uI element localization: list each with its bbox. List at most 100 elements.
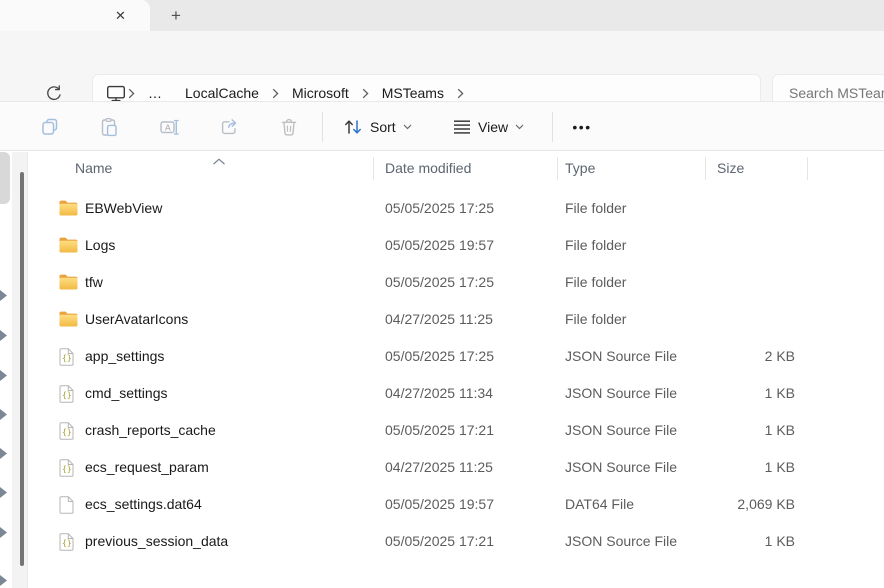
sort-icon [343, 118, 363, 136]
file-date-modified: 04/27/2025 11:25 [385, 301, 493, 338]
address-bar-row: … LocalCache Microsoft MSTeams [0, 31, 884, 101]
tree-expand-icon[interactable] [0, 448, 7, 459]
column-header-date-modified[interactable]: Date modified [385, 151, 471, 185]
tree-expand-icon[interactable] [0, 527, 7, 538]
file-row[interactable]: {} EBWebView 05/05/2025 17:25 File folde… [28, 190, 884, 227]
file-size [628, 227, 795, 264]
file-row[interactable]: {} UserAvatarIcons 04/27/2025 11:25 File… [28, 301, 884, 338]
file-size [628, 190, 795, 227]
active-tab[interactable]: ✕ [0, 0, 150, 31]
file-type: File folder [565, 301, 626, 338]
file-type: File folder [565, 264, 626, 301]
breadcrumb-chevron-icon[interactable] [270, 88, 281, 99]
copy-icon [40, 117, 60, 137]
toolbar-separator [322, 112, 323, 142]
more-options-button[interactable]: ••• [565, 110, 599, 144]
view-label: View [478, 119, 508, 135]
trash-icon [279, 117, 299, 137]
file-size: 2,069 KB [628, 486, 795, 523]
json-file-icon: {} [59, 385, 74, 403]
column-divider[interactable] [807, 157, 808, 180]
file-name[interactable]: crash_reports_cache [85, 412, 216, 449]
paste-button[interactable] [92, 110, 126, 144]
file-name[interactable]: Logs [85, 227, 115, 264]
svg-text:A: A [165, 122, 171, 132]
folder-icon [59, 237, 78, 253]
sort-ascending-icon [212, 153, 226, 171]
tree-expand-icon[interactable] [0, 487, 7, 498]
file-name[interactable]: app_settings [85, 338, 164, 375]
file-list-pane: Name Date modified Type Size {} EBWebVie… [28, 151, 884, 588]
share-button[interactable] [212, 110, 246, 144]
view-button[interactable]: View [444, 110, 533, 144]
column-header-type[interactable]: Type [565, 151, 595, 185]
file-rows: {} EBWebView 05/05/2025 17:25 File folde… [28, 190, 884, 560]
new-tab-button[interactable]: + [163, 3, 189, 28]
paste-icon [99, 117, 119, 137]
file-date-modified: 05/05/2025 17:21 [385, 412, 494, 449]
breadcrumb-chevron-icon[interactable] [126, 88, 137, 99]
sort-label: Sort [370, 119, 396, 135]
file-row[interactable]: {} tfw 05/05/2025 17:25 File folder [28, 264, 884, 301]
file-date-modified: 05/05/2025 19:57 [385, 486, 494, 523]
json-file-icon: {} [59, 348, 74, 366]
file-type: File folder [565, 227, 626, 264]
column-divider[interactable] [373, 157, 374, 180]
tree-expand-icon[interactable] [0, 290, 7, 301]
json-file-icon: {} [59, 533, 74, 551]
breadcrumb-chevron-icon[interactable] [455, 88, 466, 99]
file-row[interactable]: {} app_settings 05/05/2025 17:25 JSON So… [28, 338, 884, 375]
file-date-modified: 05/05/2025 17:25 [385, 264, 494, 301]
file-date-modified: 05/05/2025 19:57 [385, 227, 494, 264]
sort-button[interactable]: Sort [334, 110, 421, 144]
file-type: File folder [565, 190, 626, 227]
nav-scrollbar-thumb[interactable] [20, 172, 24, 566]
file-row[interactable]: {} previous_session_data 05/05/2025 17:2… [28, 523, 884, 560]
rename-icon: A [159, 117, 180, 137]
file-date-modified: 05/05/2025 17:21 [385, 523, 494, 560]
share-icon [219, 117, 239, 137]
copy-button[interactable] [33, 110, 67, 144]
delete-button[interactable] [272, 110, 306, 144]
rename-button[interactable]: A [152, 110, 186, 144]
file-name[interactable]: ecs_request_param [85, 449, 209, 486]
folder-icon [59, 200, 78, 216]
file-name[interactable]: EBWebView [85, 190, 162, 227]
file-name[interactable]: UserAvatarIcons [85, 301, 188, 338]
refresh-icon [44, 84, 62, 102]
file-size: 1 KB [628, 449, 795, 486]
column-header-name[interactable]: Name [75, 151, 112, 185]
file-row[interactable]: {} Logs 05/05/2025 19:57 File folder [28, 227, 884, 264]
file-size: 1 KB [628, 412, 795, 449]
file-size: 1 KB [628, 523, 795, 560]
svg-text:{}: {} [62, 391, 72, 400]
chevron-down-icon [515, 124, 524, 130]
file-row[interactable]: {} ecs_request_param 04/27/2025 11:25 JS… [28, 449, 884, 486]
tree-expand-icon[interactable] [0, 575, 7, 586]
file-date-modified: 04/27/2025 11:25 [385, 449, 493, 486]
json-file-icon: {} [59, 422, 74, 440]
file-name[interactable]: cmd_settings [85, 375, 167, 412]
svg-text:{}: {} [62, 465, 72, 474]
column-divider[interactable] [705, 157, 706, 180]
tree-expand-icon[interactable] [0, 409, 7, 420]
file-name[interactable]: ecs_settings.dat64 [85, 486, 202, 523]
toolbar-separator [552, 112, 553, 142]
column-divider[interactable] [557, 157, 558, 180]
nav-selected-item-highlight [0, 152, 10, 204]
file-name[interactable]: tfw [85, 264, 103, 301]
file-row[interactable]: {} cmd_settings 04/27/2025 11:34 JSON So… [28, 375, 884, 412]
breadcrumb-chevron-icon[interactable] [360, 88, 371, 99]
file-row[interactable]: {} ecs_settings.dat64 05/05/2025 19:57 D… [28, 486, 884, 523]
this-pc-icon[interactable] [106, 84, 126, 103]
file-row[interactable]: {} crash_reports_cache 05/05/2025 17:21 … [28, 412, 884, 449]
tab-close-button[interactable]: ✕ [108, 3, 133, 28]
column-header-size[interactable]: Size [717, 151, 744, 185]
tree-expand-icon[interactable] [0, 330, 7, 341]
file-explorer-window: ✕ + … LocalCache [0, 0, 884, 588]
file-name[interactable]: previous_session_data [85, 523, 228, 560]
file-size [628, 301, 795, 338]
folder-icon [59, 274, 78, 290]
tree-expand-icon[interactable] [0, 370, 7, 381]
svg-text:{}: {} [62, 539, 72, 548]
